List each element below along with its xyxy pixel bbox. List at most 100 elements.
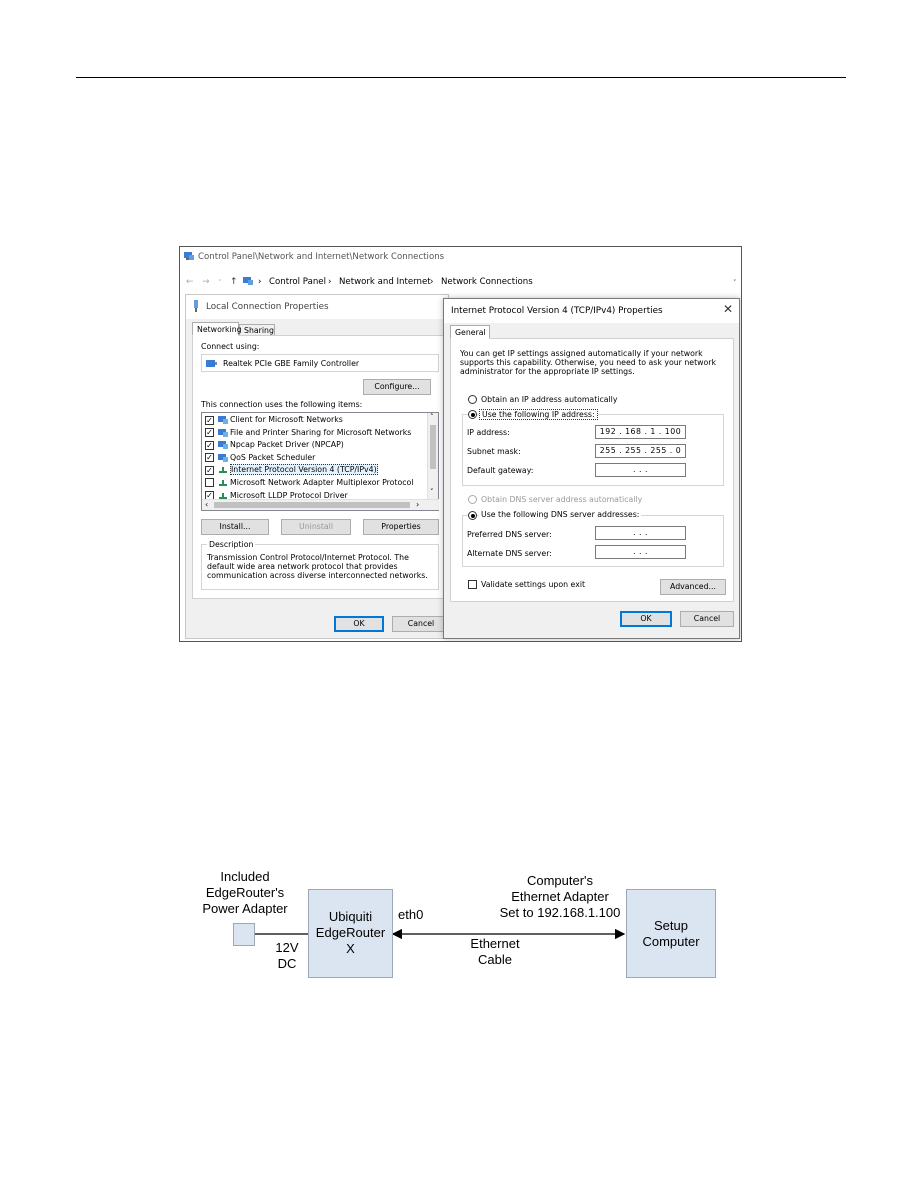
component-label: Npcap Packet Driver (NPCAP) [230,440,344,450]
setup-computer-label: Setup Computer [642,918,700,949]
edgerouter-label: Ubiquiti EdgeRouter X [315,909,386,956]
ip-address-field[interactable]: 192 . 168 . 1 . 100 [595,425,686,439]
ipv4-cancel-button[interactable]: Cancel [680,611,734,627]
validate-checkbox[interactable] [468,580,477,589]
alternate-dns-field[interactable]: . . . [595,545,686,559]
install-button[interactable]: Install... [201,519,269,535]
forward-arrow-icon[interactable]: → [202,277,210,287]
uninstall-button[interactable]: Uninstall [281,519,351,535]
general-tab-panel: You can get IP settings assigned automat… [450,338,734,602]
component-checkbox[interactable]: ✓ [205,453,214,463]
ipv4-title: Internet Protocol Version 4 (TCP/IPv4) P… [451,306,663,316]
computer-adapter-label: Computer's Ethernet Adapter Set to 192.1… [499,873,621,920]
obtain-dns-auto-label: Obtain DNS server address automatically [481,495,643,504]
use-dns-label: Use the following DNS server addresses: [479,510,642,519]
lcp-ok-button[interactable]: OK [334,616,384,632]
power-adapter-label: Included EdgeRouter's Power Adapter [202,869,288,916]
protocol-icon [218,479,228,487]
scroll-right-icon[interactable]: › [416,500,419,509]
obtain-dns-auto-radio[interactable] [468,495,477,504]
component-checkbox[interactable] [205,478,214,488]
vertical-scrollbar[interactable]: ˄ ˅ [427,413,438,499]
scroll-left-icon[interactable]: ‹ [205,500,208,509]
component-list-item[interactable]: ✓ Client for Microsoft Networks [205,415,423,428]
breadcrumb-separator: › [328,277,332,287]
up-arrow-icon[interactable]: ↑ [230,277,238,287]
network-service-icon [218,428,228,437]
component-list-item[interactable]: Microsoft Network Adapter Multiplexor Pr… [205,478,423,491]
use-dns-radio[interactable] [468,511,477,520]
lcp-cancel-button[interactable]: Cancel [392,616,450,632]
preferred-dns-field[interactable]: . . . [595,526,686,540]
obtain-ip-auto-label: Obtain an IP address automatically [481,395,618,404]
setup-computer-box: Setup Computer [626,889,716,978]
address-bar: ← → ˅ ↑ › Control Panel › Network and In… [180,271,741,293]
description-text: Transmission Control Protocol/Internet P… [207,553,428,580]
tab-general[interactable]: General [450,325,490,339]
scroll-thumb[interactable] [430,425,436,469]
component-checkbox[interactable]: ✓ [205,465,214,475]
subnet-mask-field[interactable]: 255 . 255 . 255 . 0 [595,444,686,458]
header-rule [76,77,846,78]
component-list-item[interactable]: ✓ File and Printer Sharing for Microsoft … [205,428,423,441]
alternate-dns-label: Alternate DNS server: [467,549,552,558]
connect-using-label: Connect using: [201,342,260,351]
network-service-icon [218,453,228,462]
configure-button[interactable]: Configure... [363,379,431,395]
components-list[interactable]: ✓ Client for Microsoft Networks ✓ File and … [201,412,439,511]
breadcrumb-network-connections[interactable]: Network Connections [441,277,533,287]
explorer-title: Control Panel\Network and Internet\Netwo… [198,252,445,262]
use-ip-radio[interactable] [468,410,477,419]
default-gateway-field[interactable]: . . . [595,463,686,477]
networking-tab-panel: Connect using: Realtek PCIe GBE Family C… [192,335,444,599]
component-label: QoS Packet Scheduler [230,452,316,462]
component-label: File and Printer Sharing for Microsoft N… [230,427,412,437]
lcp-titlebar: Local Connection Properties ✕ [186,295,452,319]
ipv4-titlebar: Internet Protocol Version 4 (TCP/IPv4) P… [444,299,739,323]
address-dropdown-icon[interactable]: ˅ [733,279,737,287]
recent-chevron-icon[interactable]: ˅ [218,279,222,287]
description-label: Description [207,540,256,549]
edgerouter-box: Ubiquiti EdgeRouter X [308,889,393,978]
properties-button[interactable]: Properties [363,519,439,535]
component-checkbox[interactable]: ✓ [205,415,214,425]
component-checkbox[interactable]: ✓ [205,440,214,450]
obtain-ip-auto-radio[interactable] [468,395,477,404]
eth0-label: eth0 [398,907,424,922]
breadcrumb-network-and-internet[interactable]: Network and Internet [339,277,431,287]
component-checkbox[interactable]: ✓ [205,428,214,438]
validate-label: Validate settings upon exit [481,580,586,589]
diagram-lines [253,928,626,940]
breadcrumb-separator: › [258,277,262,287]
dns-group: Use the following DNS server addresses: … [462,510,724,567]
component-label: Client for Microsoft Networks [230,415,343,424]
default-gateway-label: Default gateway: [467,466,534,475]
scroll-down-icon[interactable]: ˅ [430,488,434,496]
preferred-dns-label: Preferred DNS server: [467,530,552,539]
subnet-mask-label: Subnet mask: [467,447,521,456]
tab-networking[interactable]: Networking [192,322,242,336]
close-icon[interactable]: ✕ [723,302,733,316]
back-arrow-icon[interactable]: ← [186,277,194,287]
ipv4-ok-button[interactable]: OK [620,611,672,627]
ipv4-properties-dialog: Internet Protocol Version 4 (TCP/IPv4) P… [443,298,740,639]
description-group: Description Transmission Control Protoco… [201,540,439,590]
component-list-item[interactable]: ✓ Npcap Packet Driver (NPCAP) [205,440,423,453]
component-label: Internet Protocol Version 4 (TCP/IPv4) [230,464,378,476]
network-adapter-icon [192,300,200,312]
ethernet-cable-label: Ethernet Cable [470,936,520,967]
breadcrumb-control-panel[interactable]: Control Panel [269,277,326,287]
power-adapter-box [233,923,255,946]
network-settings-screenshot: Control Panel\Network and Internet\Netwo… [179,246,742,642]
protocol-icon [218,466,228,474]
horizontal-scrollbar[interactable]: ‹ › [202,499,439,510]
h-scroll-thumb[interactable] [214,502,410,508]
advanced-button[interactable]: Advanced... [660,579,726,595]
breadcrumb-separator: › [430,277,434,287]
ip-address-group: Use the following IP address: IP address… [462,409,724,486]
adapter-name: Realtek PCIe GBE Family Controller [223,359,360,368]
scroll-up-icon[interactable]: ˄ [430,413,434,421]
network-service-icon [218,441,228,450]
network-folder-icon [184,251,194,261]
component-list-item[interactable]: ✓ Internet Protocol Version 4 (TCP/IPv4) [205,464,423,478]
